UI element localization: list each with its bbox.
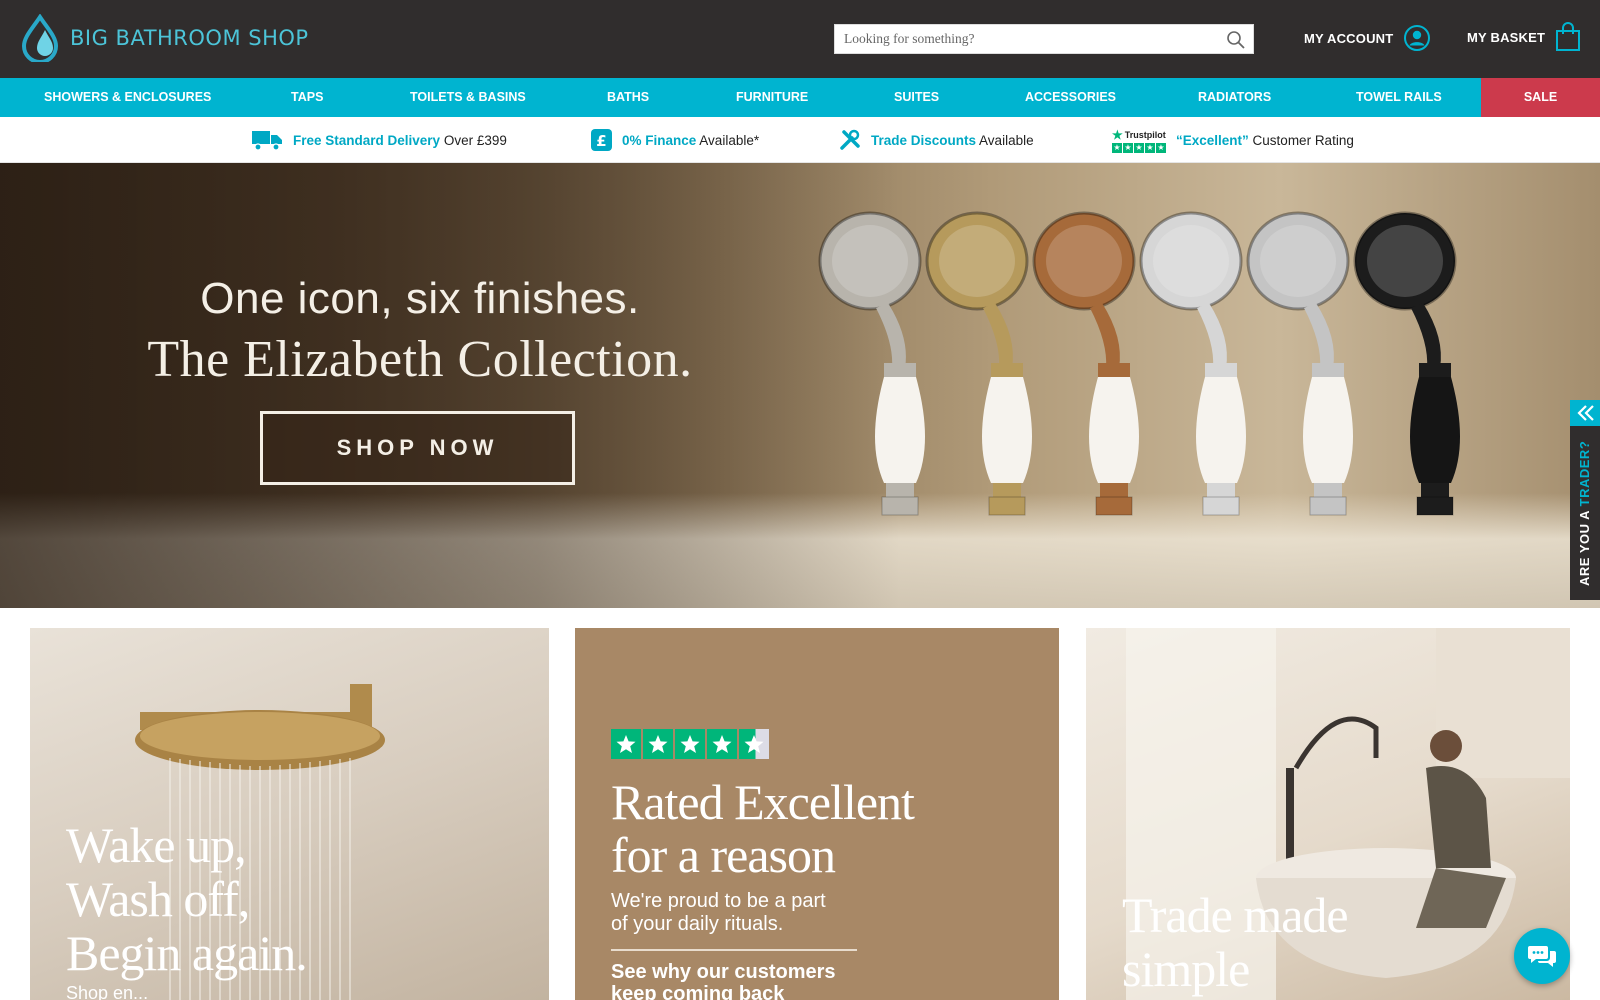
live-chat-button[interactable] [1514, 928, 1570, 984]
star-icon [707, 729, 737, 759]
shop-now-button[interactable]: SHOP NOW [260, 411, 575, 485]
usp-finance[interactable]: £ 0% Finance Available* [591, 117, 759, 163]
star-icon [611, 729, 641, 759]
usp-trade-highlight: Trade Discounts [871, 132, 977, 148]
usp-rating[interactable]: ★ Trustpilot ★ ★ ★ ★ ★ “Excellent” Custom… [1112, 117, 1354, 163]
nav-item-sale[interactable]: SALE [1481, 78, 1600, 117]
trader-tab-label: ARE YOU A TRADER? [1570, 402, 1600, 592]
usp-delivery-text: Over £399 [443, 132, 507, 148]
trader-tab-prefix: ARE YOU A [1577, 506, 1592, 586]
nav-item-taps[interactable]: TAPS [291, 78, 323, 117]
shower-handset [1353, 211, 1460, 516]
shower-handset [818, 211, 925, 516]
reviews-cta-line: keep coming back [611, 983, 785, 1000]
hero-collection-title: The Elizabeth Collection. [147, 331, 693, 388]
shower-handset [925, 211, 1032, 516]
chat-bubbles-icon [1528, 946, 1556, 967]
trade-panel-title: Trade made simple [1122, 887, 1349, 997]
water-drop-logo-icon [21, 14, 59, 62]
usp-finance-highlight: 0% Finance [622, 132, 697, 148]
nav-item-showers-enclosures[interactable]: SHOWERS & ENCLOSURES [44, 78, 211, 117]
star-icon [675, 729, 705, 759]
trader-tab[interactable]: ARE YOU A TRADER? [1570, 400, 1600, 600]
search-box [834, 24, 1254, 54]
trade-title-line: simple [1122, 941, 1250, 997]
usp-trade[interactable]: Trade Discounts Available [839, 117, 1034, 163]
search-button[interactable] [1225, 29, 1247, 51]
reviews-title-line: for a reason [611, 827, 836, 883]
reviews-body-line: of your daily rituals. [611, 913, 784, 935]
shower-title-line: Wake up, [66, 817, 247, 873]
shower-handset [1246, 211, 1353, 516]
promo-panel-reviews[interactable]: Rated Excellent for a reason We're proud… [575, 628, 1059, 1000]
trustpilot-logo: ★ Trustpilot ★ ★ ★ ★ ★ [1112, 127, 1166, 153]
promo-panel-shower[interactable]: Wake up, Wash off, Begin again. Shop en.… [30, 628, 549, 1000]
my-basket-label: MY BASKET [1467, 29, 1546, 45]
reviews-cta-line: See why our customers [611, 961, 836, 983]
my-basket-link[interactable]: MY BASKET [1467, 22, 1581, 52]
nav-item-radiators[interactable]: RADIATORS [1198, 78, 1271, 117]
shower-panel-title: Wake up, Wash off, Begin again. [66, 817, 308, 981]
nav-item-towel-rails[interactable]: TOWEL RAILS [1356, 78, 1442, 117]
shower-title-line: Begin again. [66, 925, 308, 981]
usp-rating-highlight: “Excellent” [1176, 132, 1249, 148]
trustpilot-label: Trustpilot [1124, 129, 1166, 140]
site-header: BIG BATHROOM SHOP MY ACCOUNT MY BASKET [0, 0, 1600, 78]
nav-item-baths[interactable]: BATHS [607, 78, 649, 117]
usp-trade-text: Available [979, 132, 1034, 148]
usp-rating-text: Customer Rating [1252, 132, 1354, 148]
usp-bar: Free Standard Delivery Over £399 £ 0% Fi… [0, 117, 1600, 163]
reviews-body-line: We're proud to be a part [611, 890, 826, 912]
search-input[interactable] [835, 25, 1215, 53]
trade-title-line: Trade made [1122, 887, 1349, 943]
star-icon [643, 729, 673, 759]
divider [611, 949, 857, 951]
reviews-title-line: Rated Excellent [611, 774, 915, 830]
nav-item-toilets-basins[interactable]: TOILETS & BASINS [410, 78, 526, 117]
pound-icon: £ [591, 129, 612, 151]
reviews-panel-link[interactable]: See why our customers keep coming back [611, 961, 836, 1000]
trustpilot-stars [611, 729, 769, 759]
user-icon [1404, 25, 1431, 51]
nav-item-suites[interactable]: SUITES [894, 78, 939, 117]
my-account-label: MY ACCOUNT [1304, 30, 1394, 46]
usp-delivery[interactable]: Free Standard Delivery Over £399 [251, 117, 507, 163]
shower-handset [1139, 211, 1246, 516]
site-logo[interactable]: BIG BATHROOM SHOP [18, 14, 309, 62]
half-star-icon [739, 729, 769, 759]
hero-headline: One icon, six finishes. [200, 274, 640, 323]
usp-delivery-highlight: Free Standard Delivery [293, 132, 441, 148]
svg-text:£: £ [596, 132, 606, 150]
search-icon [1227, 31, 1245, 49]
shower-panel-link[interactable]: Shop en... [66, 983, 148, 1000]
trader-tab-highlight: TRADER? [1577, 440, 1592, 507]
reviews-panel-title: Rated Excellent for a reason [611, 774, 915, 883]
shower-title-line: Wash off, [66, 871, 250, 927]
shopping-bag-icon [1556, 22, 1581, 51]
my-account-link[interactable]: MY ACCOUNT [1304, 24, 1431, 52]
reviews-panel-body: We're proud to be a part of your daily r… [611, 890, 826, 936]
truck-icon [252, 131, 282, 151]
logo-text: BIG BATHROOM SHOP [70, 26, 309, 50]
nav-item-furniture[interactable]: FURNITURE [736, 78, 808, 117]
usp-finance-text: Available* [699, 132, 760, 148]
shower-handset [1032, 211, 1139, 516]
promo-panel-trade[interactable]: Trade made simple [1086, 628, 1570, 1000]
nav-item-accessories[interactable]: ACCESSORIES [1025, 78, 1116, 117]
tools-icon [840, 129, 860, 150]
main-navigation: SHOWERS & ENCLOSURES TAPS TOILETS & BASI… [0, 78, 1600, 117]
